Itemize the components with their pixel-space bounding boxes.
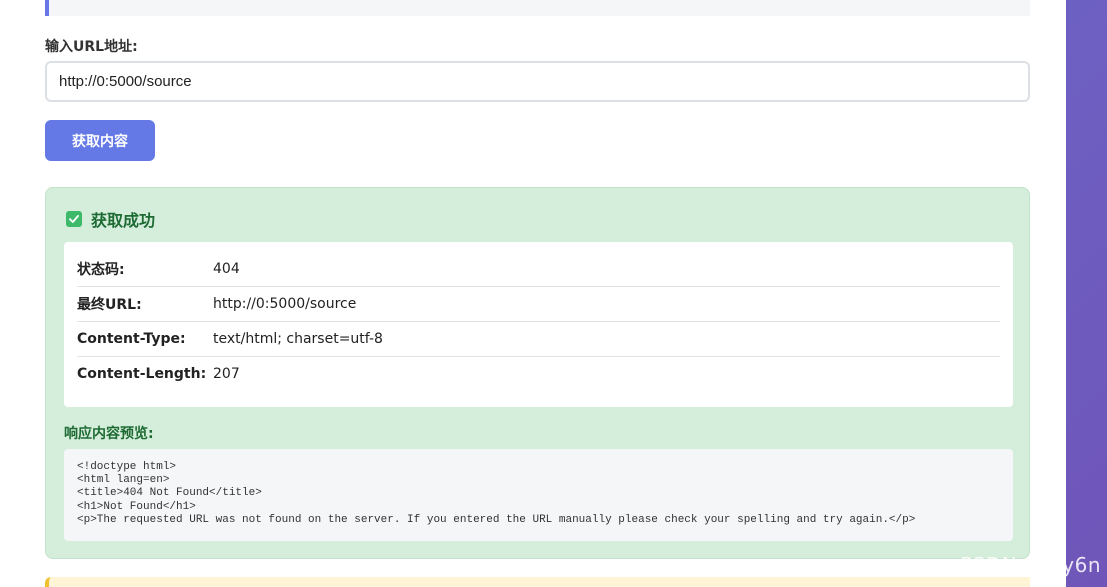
row-key: 最终URL:	[77, 297, 142, 313]
result-header: 获取成功	[66, 208, 155, 230]
response-preview: <!doctype html> <html lang=en> <title>40…	[64, 449, 1013, 541]
row-value: 404	[213, 261, 240, 277]
watermark: CSDN @My6n	[958, 553, 1101, 577]
url-input[interactable]	[45, 61, 1030, 102]
checkbox-checked-icon	[66, 211, 82, 227]
row-key: 状态码:	[77, 262, 125, 278]
code-line: <!doctype html>	[77, 461, 177, 473]
code-line: <p>The requested URL was not found on th…	[77, 513, 916, 526]
code-line: <html lang=en>	[77, 474, 170, 487]
info-panel	[45, 0, 1030, 16]
response-info-table: 状态码: 404 最终URL: http://0:5000/source Con…	[64, 242, 1013, 407]
fetch-content-button[interactable]: 获取内容	[45, 120, 155, 161]
result-title: 获取成功	[91, 211, 156, 230]
row-value: http://0:5000/source	[213, 296, 357, 312]
result-panel: 获取成功 状态码: 404 最终URL: http://0:5000/sourc…	[45, 187, 1030, 559]
code-line: <title>404 Not Found</title>	[77, 487, 262, 500]
preview-label: 响应内容预览:	[64, 426, 154, 442]
row-value: text/html; charset=utf-8	[213, 331, 383, 347]
warning-panel	[45, 577, 1030, 587]
row-key: Content-Length:	[77, 366, 207, 382]
url-label: 输入URL地址:	[45, 39, 138, 55]
main-card: 输入URL地址: 获取内容 获取成功 状态码: 404 最终URL: http:…	[0, 0, 1066, 587]
code-line: <h1>Not Found</h1>	[77, 500, 196, 513]
row-value: 207	[213, 366, 240, 382]
table-row: Content-Length: 207	[77, 357, 1000, 391]
table-row: Content-Type: text/html; charset=utf-8	[77, 322, 1000, 357]
table-row: 状态码: 404	[77, 252, 1000, 287]
row-key: Content-Type:	[77, 331, 186, 347]
table-row: 最终URL: http://0:5000/source	[77, 287, 1000, 322]
